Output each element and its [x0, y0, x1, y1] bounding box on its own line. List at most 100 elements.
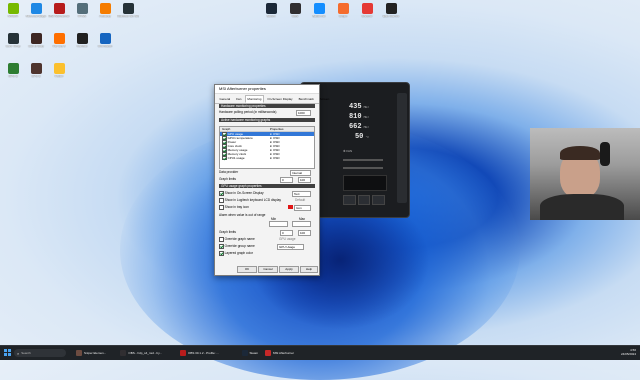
graphs-table[interactable]: Graph Properties GPU usage in OSD GPU1 tem…: [219, 126, 315, 169]
desktop-icon-tr-2[interactable]: Battle.net: [308, 3, 330, 19]
polling-input[interactable]: 1000: [296, 109, 311, 116]
graph-limits-min[interactable]: 0: [280, 176, 293, 183]
desktop-icon-tr-0[interactable]: Steam: [260, 3, 282, 19]
tab-monitoring[interactable]: Monitoring: [244, 95, 264, 103]
app-icon: [53, 33, 65, 44]
graph-limits-max[interactable]: 100: [298, 176, 311, 183]
osd-checkbox[interactable]: [219, 191, 224, 196]
override-name-checkbox[interactable]: [219, 237, 224, 242]
app-icon: [30, 3, 42, 14]
desktop-icon-3[interactable]: RTSS: [71, 3, 93, 19]
app-icon: [180, 350, 186, 356]
app-icon: [265, 3, 277, 14]
override-name-value: GPU usage: [279, 237, 296, 241]
lcd-mode: Default: [295, 198, 306, 202]
icon-label: CPU-Z: [31, 75, 41, 78]
graph-limits2-min[interactable]: 0: [280, 229, 293, 236]
apply-button[interactable]: Apply: [279, 266, 299, 273]
desktop-icon-r3-1[interactable]: CPU-Z: [25, 63, 47, 79]
desktop-icon-r2-3[interactable]: Kombat: [71, 33, 93, 49]
icon-label: Battle.net: [312, 15, 326, 18]
graph-checkbox[interactable]: [222, 155, 227, 161]
override-group-input[interactable]: GPU Usage: [277, 243, 304, 250]
graph-limits2-max[interactable]: 100: [298, 229, 311, 236]
desktop-icon-r3-2[interactable]: Folder: [48, 63, 70, 79]
ok-button[interactable]: OK: [237, 266, 257, 273]
data-provider-value[interactable]: Internal: [290, 169, 311, 176]
search-box[interactable]: ⌕ Search: [14, 349, 66, 357]
desktop-icon-5[interactable]: Rainbow Six Siege: [117, 3, 139, 19]
lcd-label: Show in Logitech keyboard LCD display: [224, 198, 281, 203]
tray-checkbox[interactable]: [219, 205, 224, 210]
app-icon: [76, 350, 82, 356]
cancel-button[interactable]: Cancel: [258, 266, 278, 273]
desktop-icon-1[interactable]: Microsoft Edge: [25, 3, 47, 19]
skin-slider[interactable]: [343, 159, 383, 161]
taskbar-app[interactable]: Sniper Elemen...: [76, 349, 106, 357]
search-icon: ⌕: [17, 350, 20, 356]
lcd-checkbox[interactable]: [219, 198, 224, 203]
tray-color-swatch[interactable]: [288, 204, 293, 209]
desktop-icon-tr-5[interactable]: Epic Games: [380, 3, 402, 19]
tab-fan[interactable]: Fan: [234, 95, 244, 103]
override-group-checkbox[interactable]: [219, 244, 224, 249]
desktop-icon-r2-4[interactable]: Overwatch: [94, 33, 116, 49]
desktop-icon-4[interactable]: Audacity: [94, 3, 116, 19]
desktop-icon-tr-3[interactable]: Origin: [332, 3, 354, 19]
start-button[interactable]: [4, 349, 11, 356]
readout-value: 810: [348, 113, 362, 121]
app-icon: [361, 3, 373, 14]
help-button[interactable]: Help: [300, 266, 318, 273]
tray-mode[interactable]: Icon: [294, 204, 311, 211]
fan-label: FAN: [346, 149, 353, 153]
taskbar-app[interactable]: OBS - hdp_s4_nsd - by...: [120, 349, 162, 357]
tab-benchmark[interactable]: Benchmark: [296, 95, 316, 103]
tab-on-screen-display[interactable]: On-Screen Display: [265, 95, 295, 103]
graph-props: in OSD: [269, 156, 280, 160]
desktop-icon-tr-4[interactable]: Chrome: [356, 3, 378, 19]
desktop-icon-2[interactable]: MSI Afterburner: [48, 3, 70, 19]
table-row[interactable]: CPU1 usage in OSD: [220, 155, 314, 161]
tab-screen[interactable]: Screen: [317, 95, 332, 103]
skin-buttons[interactable]: [343, 195, 386, 205]
taskbar-app[interactable]: OBS 30.1.2 - Profile: ...: [180, 349, 219, 357]
reset-button[interactable]: [357, 195, 371, 205]
osd-mode[interactable]: Text: [292, 190, 311, 197]
icon-label: Core Temp: [5, 45, 21, 48]
clock-date[interactable]: 24/05/2024: [621, 352, 636, 356]
icon-label: Overwatch: [97, 45, 113, 48]
icon-label: GPU-Z: [8, 75, 18, 78]
app-icon: [337, 3, 349, 14]
col-graph: Graph: [222, 127, 231, 131]
system-tray: 4:56 24/05/2024: [621, 348, 636, 356]
layered-option[interactable]: Layered graph color: [219, 251, 315, 256]
webcam-body: [540, 194, 624, 220]
icon-label: MSI Afterburner: [48, 15, 70, 18]
icon-label: Call of Duty: [28, 45, 44, 48]
tab-general[interactable]: General: [217, 95, 233, 103]
desktop-icon-r2-1[interactable]: Call of Duty: [25, 33, 47, 49]
taskbar-app[interactable]: MSI Afterburner: [265, 349, 294, 357]
desktop-icon-0[interactable]: NVIDIA: [2, 3, 24, 19]
desktop-icon-tr-1[interactable]: OBS: [284, 3, 306, 19]
desktop-icon-r2-2[interactable]: Far Cry 5: [48, 33, 70, 49]
taskbar-app[interactable]: Steam: [241, 349, 258, 357]
layered-checkbox[interactable]: [219, 251, 224, 256]
app-icon: [7, 33, 19, 44]
taskbar-app-label: OBS 30.1.2 - Profile: ...: [188, 351, 219, 355]
alarm-min-input[interactable]: [269, 221, 288, 227]
override-name-label: Override graph name: [224, 237, 255, 242]
tray-label: Show in tray icon: [224, 205, 249, 210]
desktop-icon-r2-0[interactable]: Core Temp: [2, 33, 24, 49]
alarm-max-input[interactable]: [292, 221, 311, 227]
skin-readout: 50 °C: [355, 133, 369, 141]
desktop-icon-r3-0[interactable]: GPU-Z: [2, 63, 24, 79]
readout-value: 50: [354, 133, 364, 141]
skin-slider[interactable]: [343, 167, 383, 169]
fan-indicator: ✻ FAN: [343, 149, 352, 153]
section-header: GPU usage graph properties: [219, 184, 315, 188]
apply-button[interactable]: [372, 195, 386, 205]
settings-button[interactable]: [343, 195, 356, 205]
icon-label: Rainbow Six Siege: [117, 15, 139, 18]
app-icon: [53, 63, 65, 74]
